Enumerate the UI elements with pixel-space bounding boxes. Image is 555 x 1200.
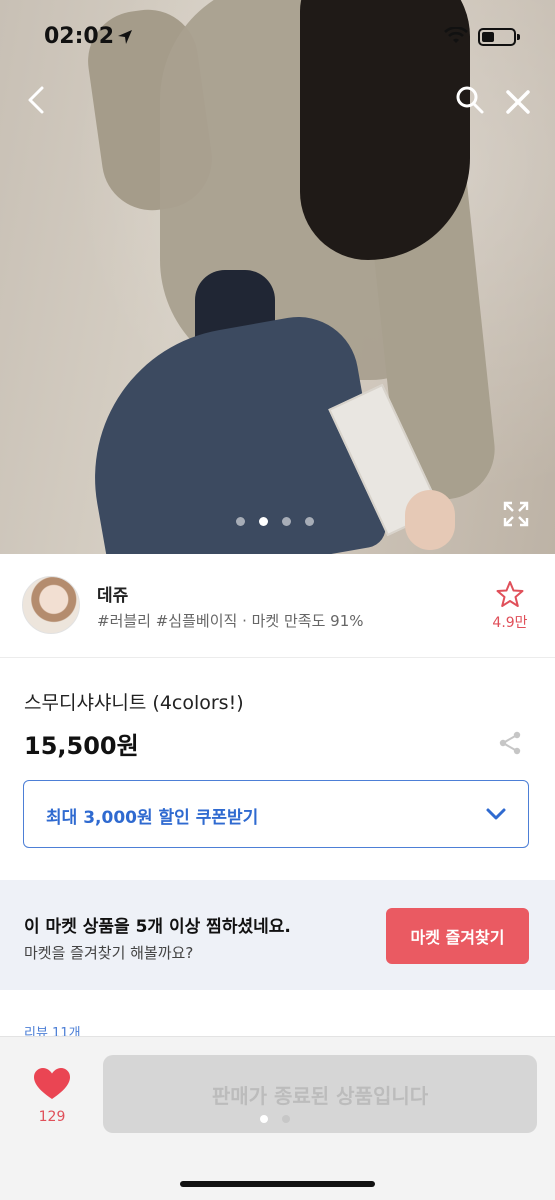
gallery-dot[interactable]: [236, 517, 245, 526]
star-outline-icon[interactable]: [495, 579, 525, 609]
chevron-down-icon: [486, 808, 506, 820]
top-navigation: [0, 78, 555, 122]
status-bar: 02:02: [0, 0, 555, 70]
promo-subtext: 마켓을 즐겨찾기 해볼까요?: [24, 944, 194, 962]
status-time: 02:02: [44, 24, 115, 49]
home-indicator: [180, 1181, 375, 1187]
favorite-count: 4.9만: [492, 615, 528, 631]
search-icon[interactable]: [452, 82, 486, 118]
expand-icon[interactable]: [502, 500, 530, 528]
like-count: 129: [38, 1109, 66, 1125]
product-photo[interactable]: 02:02: [0, 0, 555, 554]
gallery-dot[interactable]: [282, 517, 291, 526]
market-favorite-button[interactable]: 마켓 즐겨찾기: [386, 908, 529, 964]
gallery-pagination: [236, 517, 314, 527]
product-title: 스무디샤샤니트 (4colors!): [24, 692, 244, 714]
wifi-icon: [444, 27, 468, 43]
share-icon[interactable]: [497, 730, 523, 756]
bottom-action-bar: 129 판매가 종료된 상품입니다: [0, 1036, 555, 1200]
back-chevron-icon[interactable]: [20, 82, 54, 118]
coupon-button[interactable]: 최대 3,000원 할인 쿠폰받기: [23, 780, 529, 848]
product-price: 15,500원: [24, 732, 139, 760]
bottom-dot-active: [260, 1115, 268, 1123]
location-arrow-icon: [118, 30, 132, 44]
seller-tags-satisfaction: #러블리 #심플베이직 · 마켓 만족도 91%: [97, 612, 364, 630]
seller-row[interactable]: 데쥬 #러블리 #심플베이직 · 마켓 만족도 91% 4.9만: [0, 554, 555, 658]
avatar[interactable]: [22, 576, 80, 634]
bottom-pagination: [260, 1115, 290, 1123]
photo-hand: [405, 490, 455, 550]
close-icon[interactable]: [500, 84, 536, 120]
market-favorite-promo: 이 마켓 상품을 5개 이상 찜하셨네요. 마켓을 즐겨찾기 해볼까요? 마켓 …: [0, 880, 555, 990]
battery-level: [482, 32, 494, 42]
gallery-dot-active[interactable]: [259, 517, 268, 526]
heart-icon[interactable]: [33, 1067, 71, 1101]
promo-headline: 이 마켓 상품을 5개 이상 찜하셨네요.: [24, 917, 291, 937]
coupon-label: 최대 3,000원 할인 쿠폰받기: [46, 808, 259, 828]
seller-name[interactable]: 데쥬: [97, 581, 128, 606]
sold-out-button: 판매가 종료된 상품입니다: [103, 1055, 537, 1133]
battery-icon: [478, 28, 520, 46]
gallery-dot[interactable]: [305, 517, 314, 526]
bottom-dot: [282, 1115, 290, 1123]
